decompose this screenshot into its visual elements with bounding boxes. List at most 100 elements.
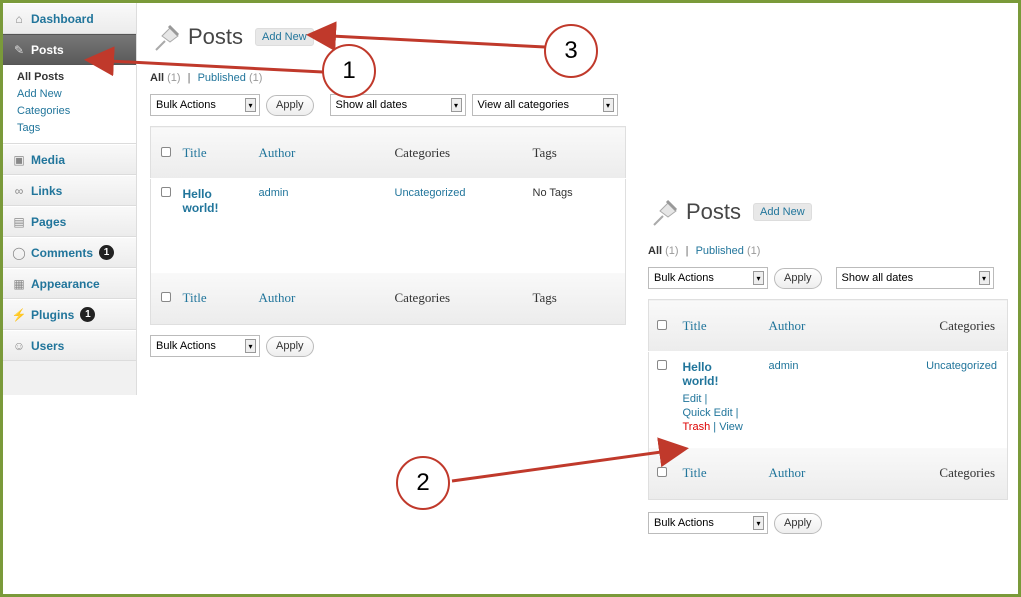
author-link[interactable]: admin bbox=[259, 187, 289, 199]
category-link[interactable]: Uncategorized bbox=[395, 187, 466, 199]
author-link[interactable]: admin bbox=[769, 360, 799, 372]
filter-published-count: (1) bbox=[746, 245, 761, 257]
col-title[interactable]: Title bbox=[682, 447, 769, 500]
submenu-categories[interactable]: Categories bbox=[17, 103, 136, 120]
trash-action[interactable]: Trash bbox=[683, 421, 711, 433]
bulk-actions-select[interactable]: Bulk Actions ▾ bbox=[648, 267, 768, 289]
bulk-actions-select[interactable]: Bulk Actions ▾ bbox=[150, 94, 260, 116]
bulk-actions-select-bottom[interactable]: Bulk Actions ▾ bbox=[150, 335, 260, 357]
submenu-add-new[interactable]: Add New bbox=[17, 86, 136, 103]
apply-button[interactable]: Apply bbox=[266, 94, 314, 116]
select-all-cell bbox=[648, 447, 683, 500]
col-author[interactable]: Author bbox=[768, 447, 899, 500]
top-filters: Bulk Actions ▾ Apply Show all dates ▾ Vi… bbox=[150, 94, 626, 116]
dropdown-arrow-icon: ▾ bbox=[602, 98, 614, 112]
link-icon: ∞ bbox=[14, 183, 24, 198]
row-checkbox[interactable] bbox=[657, 360, 667, 370]
row-author-cell: admin bbox=[258, 178, 395, 273]
filter-all[interactable]: All bbox=[150, 72, 164, 84]
apply-button[interactable]: Apply bbox=[774, 267, 822, 289]
bottom-filters: Bulk Actions ▾ Apply bbox=[150, 335, 626, 357]
select-all-checkbox[interactable] bbox=[161, 146, 171, 157]
quick-edit-action[interactable]: Quick Edit | bbox=[683, 406, 769, 420]
add-new-button[interactable]: Add New bbox=[753, 203, 812, 221]
pushpin-icon: ✎ bbox=[13, 42, 25, 57]
filter-published-count: (1) bbox=[248, 72, 263, 84]
menu-posts[interactable]: ✎ Posts bbox=[3, 34, 136, 65]
add-new-button[interactable]: Add New bbox=[255, 28, 314, 46]
col-title[interactable]: Title bbox=[182, 272, 259, 325]
select-value: Bulk Actions bbox=[156, 340, 216, 352]
col-categories: Categories bbox=[898, 299, 1008, 352]
menu-plugins[interactable]: ⚡ Plugins 1 bbox=[3, 299, 136, 330]
select-all-checkbox[interactable] bbox=[161, 292, 171, 303]
menu-comments[interactable]: ◯ Comments 1 bbox=[3, 237, 136, 268]
apply-button-bottom[interactable]: Apply bbox=[266, 335, 314, 357]
view-action[interactable]: View bbox=[719, 421, 743, 433]
submenu-tags[interactable]: Tags bbox=[17, 120, 136, 137]
filter-published[interactable]: Published bbox=[198, 72, 246, 84]
apply-button-bottom[interactable]: Apply bbox=[774, 512, 822, 534]
menu-links[interactable]: ∞ Links bbox=[3, 175, 136, 206]
menu-label: Links bbox=[31, 183, 63, 198]
comment-bubble-icon: ◯ bbox=[12, 245, 26, 260]
filter-separator: | bbox=[187, 72, 191, 84]
category-link[interactable]: Uncategorized bbox=[926, 360, 997, 372]
category-filter-select[interactable]: View all categories ▾ bbox=[471, 94, 618, 116]
row-title-cell: Hello world! bbox=[182, 178, 259, 273]
filter-all-count: (1) bbox=[665, 245, 679, 257]
table-footer-row: Title Author Categories bbox=[648, 447, 1008, 500]
col-tags: Tags bbox=[532, 272, 626, 325]
bulk-actions-select-bottom[interactable]: Bulk Actions ▾ bbox=[648, 512, 768, 534]
comments-count-badge: 1 bbox=[99, 245, 115, 260]
page-title: Posts bbox=[686, 199, 742, 224]
select-value: Bulk Actions bbox=[654, 517, 714, 529]
edit-action[interactable]: Edit | bbox=[683, 392, 769, 406]
callout-2: 2 bbox=[396, 456, 450, 510]
filter-published[interactable]: Published bbox=[696, 245, 744, 257]
table-header-row: Title Author Categories bbox=[648, 299, 1008, 352]
col-title[interactable]: Title bbox=[682, 299, 769, 352]
menu-media[interactable]: ▣ Media bbox=[3, 144, 136, 175]
pages-icon: ▤ bbox=[13, 214, 25, 229]
col-author[interactable]: Author bbox=[258, 126, 395, 179]
select-value: Show all dates bbox=[335, 99, 408, 111]
dropdown-arrow-icon: ▾ bbox=[753, 516, 764, 530]
row-checkbox-cell bbox=[150, 178, 183, 273]
table-row: Hello world! admin Uncategorized No Tags bbox=[150, 178, 626, 273]
select-all-checkbox[interactable] bbox=[657, 467, 667, 478]
menu-appearance[interactable]: ▦ Appearance bbox=[3, 268, 136, 299]
submenu-all-posts[interactable]: All Posts bbox=[17, 69, 136, 86]
home-icon: ⌂ bbox=[15, 11, 23, 26]
menu-label: Plugins bbox=[31, 307, 75, 322]
col-tags: Tags bbox=[532, 126, 626, 179]
post-title-link[interactable]: Hello world! bbox=[183, 187, 235, 215]
tags-value: No Tags bbox=[532, 187, 573, 199]
posts-table: Title Author Categories Hello world! Edi… bbox=[648, 299, 1008, 500]
posts-table: Title Author Categories Tags Hello world… bbox=[150, 126, 626, 325]
pushpin-icon bbox=[653, 199, 678, 226]
filter-all[interactable]: All bbox=[648, 245, 662, 257]
menu-label: Dashboard bbox=[31, 11, 94, 26]
dropdown-arrow-icon: ▾ bbox=[978, 271, 990, 285]
col-title[interactable]: Title bbox=[182, 126, 259, 179]
post-title-link[interactable]: Hello world! bbox=[683, 360, 739, 388]
select-all-checkbox[interactable] bbox=[657, 319, 667, 330]
menu-label: Comments bbox=[31, 245, 94, 260]
row-checkbox[interactable] bbox=[161, 187, 171, 197]
col-author[interactable]: Author bbox=[258, 272, 395, 325]
col-author[interactable]: Author bbox=[768, 299, 899, 352]
pushpin-icon bbox=[155, 24, 180, 51]
plug-icon: ⚡ bbox=[11, 307, 27, 322]
page-title: Posts bbox=[188, 24, 244, 49]
menu-pages[interactable]: ▤ Pages bbox=[3, 206, 136, 237]
col-categories: Categories bbox=[898, 447, 1008, 500]
page-header: Posts Add New bbox=[648, 195, 1008, 229]
menu-dashboard[interactable]: ⌂ Dashboard bbox=[3, 3, 136, 34]
media-icon: ▣ bbox=[13, 152, 25, 167]
row-category-cell: Uncategorized bbox=[394, 178, 533, 273]
menu-users[interactable]: ☺ Users bbox=[3, 330, 136, 361]
callout-1: 1 bbox=[322, 44, 376, 98]
date-filter-select[interactable]: Show all dates ▾ bbox=[835, 267, 994, 289]
table-header-row: Title Author Categories Tags bbox=[150, 126, 626, 179]
